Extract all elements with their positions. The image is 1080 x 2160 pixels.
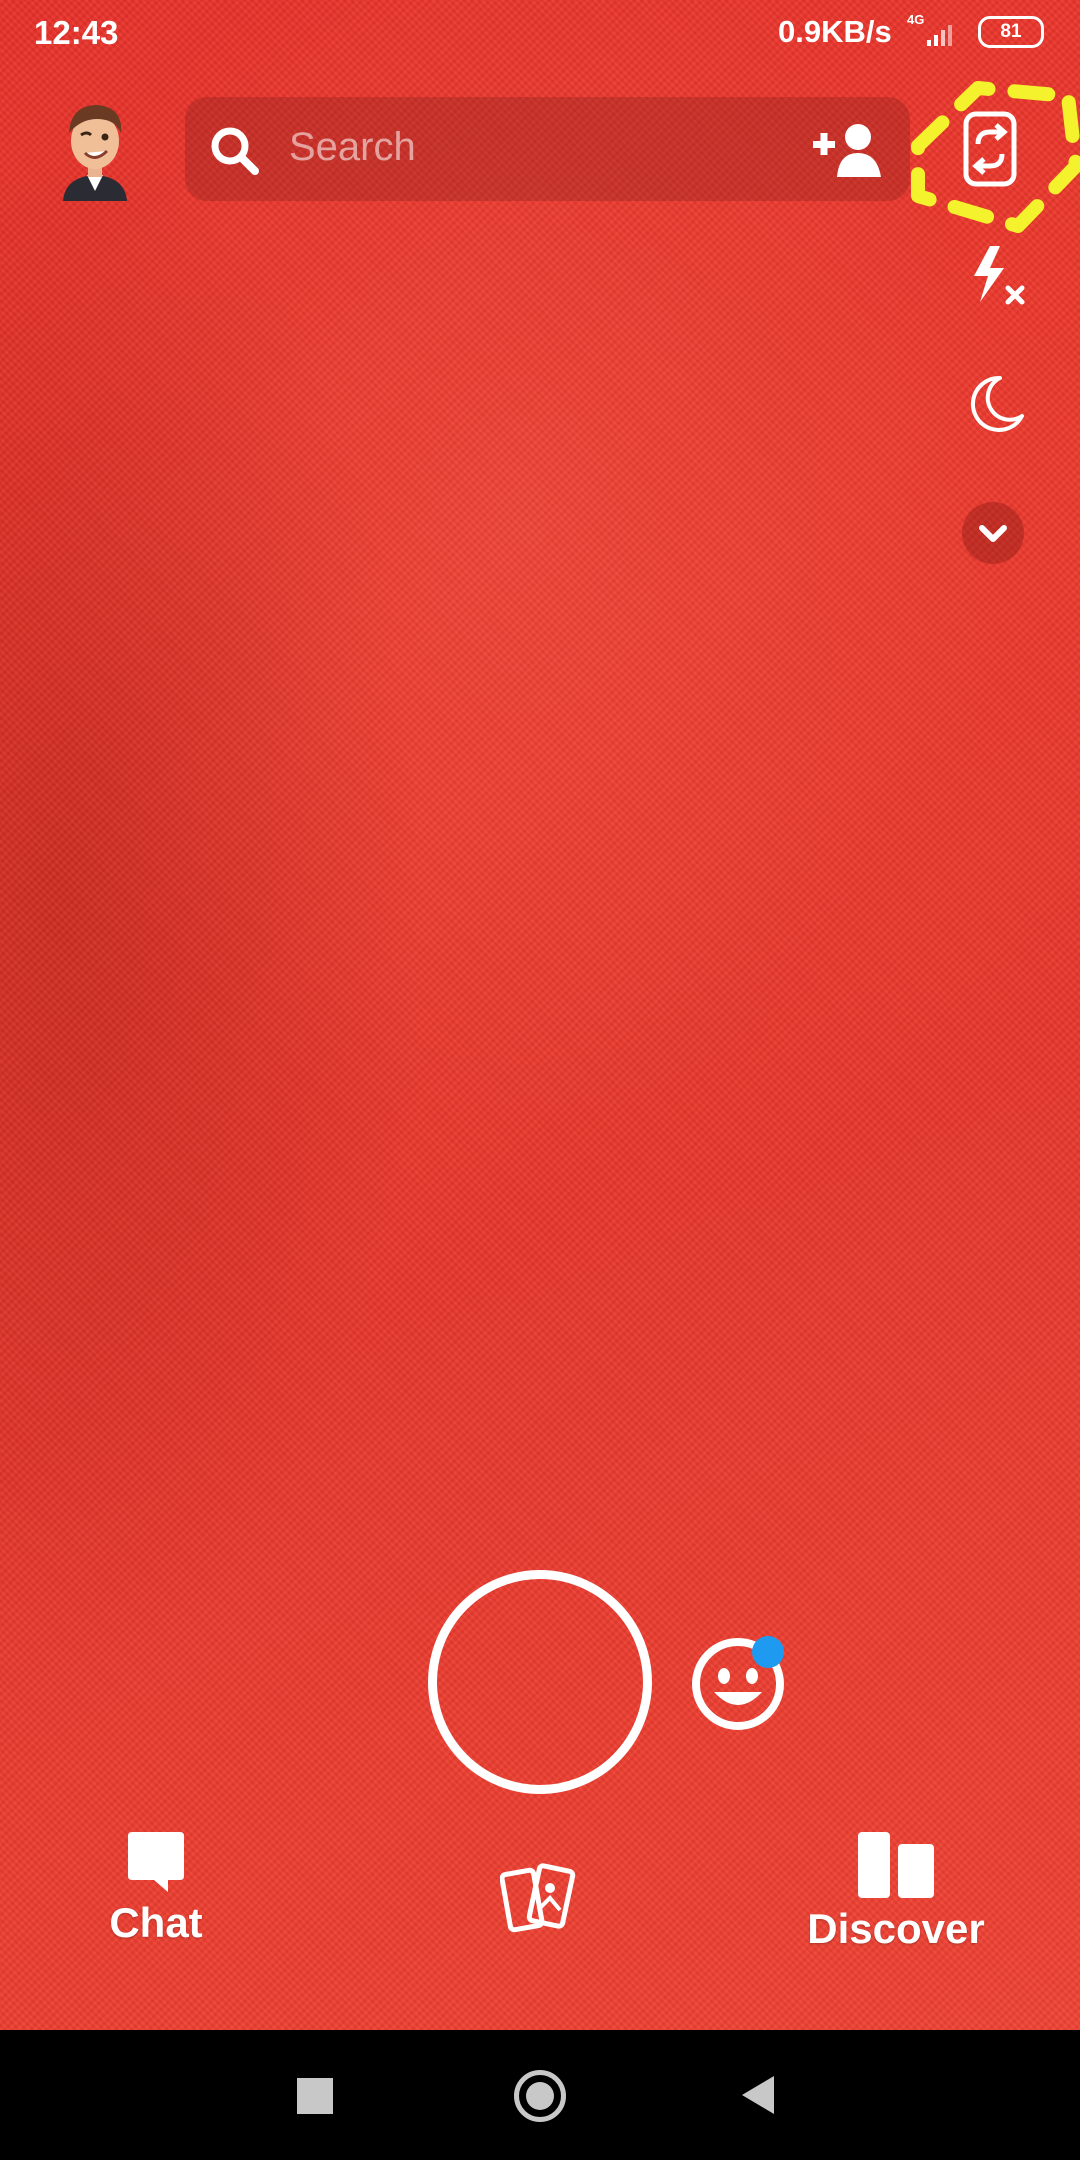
status-time: 12:43 xyxy=(34,14,119,51)
system-navigation-bar xyxy=(0,2030,1080,2160)
status-network-speed: 0.9KB/s xyxy=(778,14,892,49)
chat-icon xyxy=(128,1832,184,1892)
highlight-annotation xyxy=(911,81,1080,233)
battery-level: 81 xyxy=(1000,21,1022,42)
home-button[interactable] xyxy=(514,2070,566,2122)
capture-button[interactable] xyxy=(428,1570,652,1794)
flash-off-icon[interactable] xyxy=(964,244,1030,310)
nav-chat-label: Chat xyxy=(109,1899,203,1946)
more-tools-button[interactable] xyxy=(962,502,1024,564)
bitmoji-avatar[interactable] xyxy=(53,93,137,203)
back-button[interactable] xyxy=(742,2076,774,2114)
nav-chat[interactable]: Chat xyxy=(96,1830,216,1947)
nav-discover-label: Discover xyxy=(807,1905,985,1952)
network-type: 4G xyxy=(907,12,925,27)
memories-icon[interactable] xyxy=(500,1862,580,1934)
status-bar: 12:43 0.9KB/s 4G 81 xyxy=(0,0,1080,66)
night-mode-icon[interactable] xyxy=(964,372,1026,434)
signal-icon: 4G xyxy=(907,12,959,46)
recents-button[interactable] xyxy=(297,2078,333,2114)
search-bar[interactable]: Search xyxy=(185,97,910,201)
chevron-down-icon xyxy=(979,525,1007,542)
search-icon xyxy=(211,127,259,175)
search-placeholder: Search xyxy=(289,125,416,169)
signal-bars-icon xyxy=(927,25,952,46)
discover-icon xyxy=(858,1832,934,1898)
lens-notification-dot xyxy=(752,1636,784,1668)
add-friend-icon[interactable] xyxy=(811,119,883,179)
battery-icon: 81 xyxy=(978,16,1044,48)
nav-discover[interactable]: Discover xyxy=(796,1830,996,1953)
